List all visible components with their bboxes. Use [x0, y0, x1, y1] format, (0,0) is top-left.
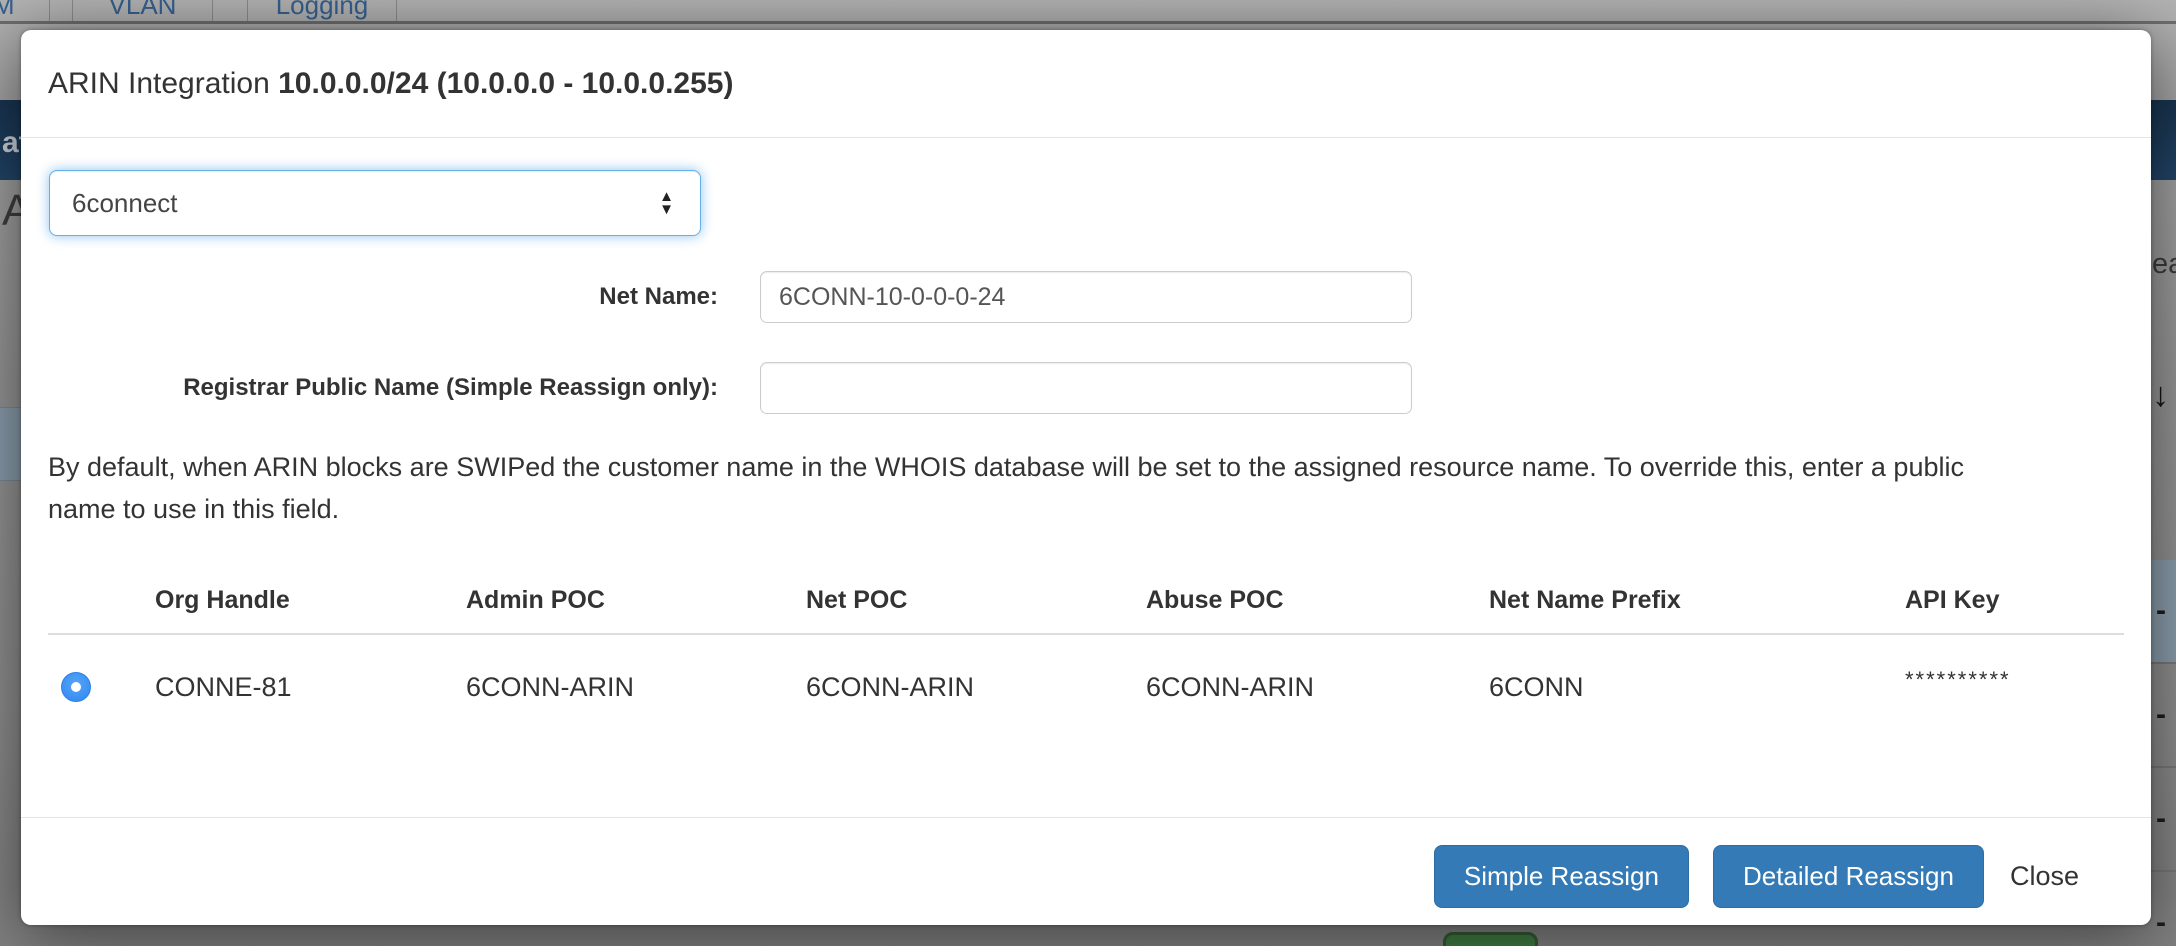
background-table-edge: - - - - [2148, 560, 2176, 946]
net-name-row: Net Name: [48, 271, 1412, 323]
radio-column-header [48, 586, 155, 615]
org-table-row: CONNE-81 6CONN-ARIN 6CONN-ARIN 6CONN-ARI… [48, 635, 2124, 739]
cell-dash: - [2156, 802, 2166, 836]
column-header: Org Handle [155, 586, 466, 615]
org-select-radio[interactable] [61, 672, 91, 702]
abuse-poc-cell: 6CONN-ARIN [1146, 635, 1489, 739]
org-table-header: Org Handle Admin POC Net POC Abuse POC N… [48, 586, 2124, 635]
net-poc-cell: 6CONN-ARIN [806, 635, 1146, 739]
column-header: Admin POC [466, 586, 806, 615]
registrar-public-name-row: Registrar Public Name (Simple Reassign o… [48, 362, 1412, 414]
net-name-input[interactable] [760, 271, 1412, 323]
api-key-cell: ********** [1905, 628, 2124, 732]
column-header: Abuse POC [1146, 586, 1489, 615]
registrar-public-name-label: Registrar Public Name (Simple Reassign o… [48, 362, 718, 414]
sort-arrow-icon: ↓ [2152, 376, 2169, 415]
net-name-label: Net Name: [48, 271, 718, 323]
modal-footer: Simple Reassign Detailed Reassign Close [21, 817, 2151, 925]
column-header: API Key [1905, 586, 2124, 615]
column-header: Net POC [806, 586, 1146, 615]
table-row: - [2148, 664, 2176, 768]
screen: AM VLAN Logging at A ea ↓ - - - - AR [0, 0, 2176, 946]
admin-poc-cell: 6CONN-ARIN [466, 635, 806, 739]
swip-description: By default, when ARIN blocks are SWIPed … [48, 446, 2033, 530]
detailed-reassign-button[interactable]: Detailed Reassign [1713, 845, 1984, 908]
simple-reassign-button[interactable]: Simple Reassign [1434, 845, 1689, 908]
org-table: Org Handle Admin POC Net POC Abuse POC N… [48, 586, 2124, 739]
close-button[interactable]: Close [2010, 861, 2079, 892]
net-name-prefix-cell: 6CONN [1489, 635, 1905, 739]
integration-select[interactable]: 6connect ▲ ▼ [49, 170, 701, 236]
org-handle-cell: CONNE-81 [155, 635, 466, 739]
column-header: Net Name Prefix [1489, 586, 1905, 615]
table-row: - [2148, 560, 2176, 664]
tab-vlan: VLAN [72, 0, 213, 21]
registrar-public-name-input[interactable] [760, 362, 1412, 414]
tab-label: VLAN [109, 0, 177, 18]
modal-header: ARIN Integration 10.0.0.0/24 (10.0.0.0 -… [21, 30, 2151, 138]
cell-dash: - [2156, 698, 2166, 732]
tab-ipam: AM [0, 0, 50, 21]
background-partial-text: ea [2152, 248, 2176, 281]
modal-title-prefix: ARIN Integration [48, 67, 278, 100]
select-stepper-icon: ▲ ▼ [659, 190, 674, 216]
background-green-button [1443, 932, 1538, 946]
cell-dash: - [2156, 594, 2166, 628]
background-tab-bar: AM VLAN Logging [0, 0, 2176, 24]
tab-label: Logging [276, 0, 369, 18]
tab-label: AM [0, 0, 15, 18]
modal-title: ARIN Integration 10.0.0.0/24 (10.0.0.0 -… [48, 67, 733, 101]
table-row: - [2148, 768, 2176, 872]
integration-select-value: 6connect [50, 188, 659, 219]
background-selected-row [0, 407, 23, 481]
arin-integration-modal: ARIN Integration 10.0.0.0/24 (10.0.0.0 -… [21, 30, 2151, 925]
tab-logging: Logging [247, 0, 397, 21]
modal-title-range: 10.0.0.0/24 (10.0.0.0 - 10.0.0.255) [278, 67, 733, 100]
cell-dash: - [2156, 906, 2166, 940]
radio-cell [48, 635, 155, 739]
table-row: - [2148, 872, 2176, 946]
